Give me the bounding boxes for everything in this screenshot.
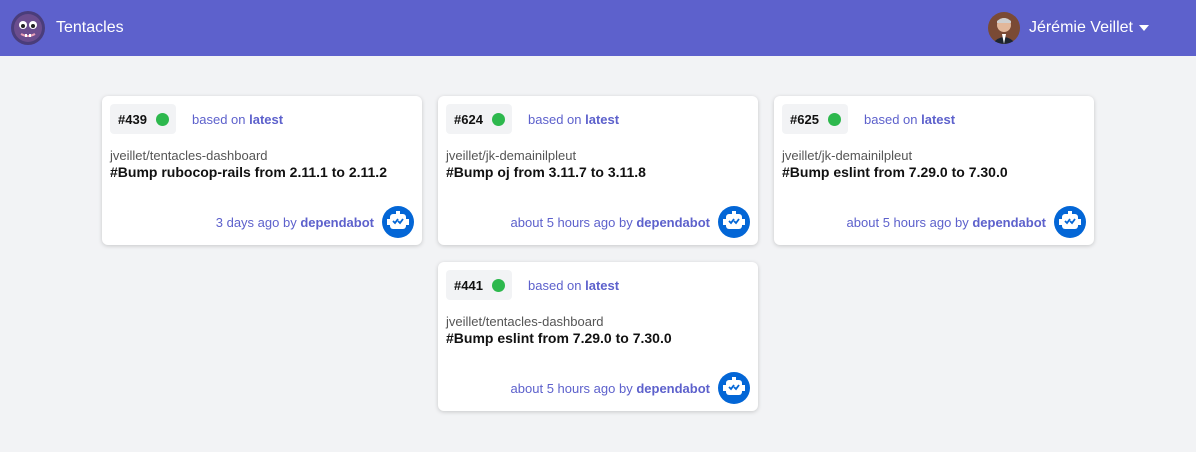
repo-name[interactable]: jveillet/jk-demainilpleut <box>782 148 912 163</box>
top-navbar: Tentacles Jérémie Veillet <box>0 0 1196 56</box>
pr-number-badge[interactable]: #625 <box>782 104 848 134</box>
pr-number-badge[interactable]: #439 <box>110 104 176 134</box>
pr-meta: about 5 hours ago by dependabot <box>511 381 710 396</box>
pr-number-badge[interactable]: #624 <box>446 104 512 134</box>
pr-time: about 5 hours ago by <box>846 215 969 230</box>
branch-link[interactable]: latest <box>585 278 619 293</box>
based-on-label: based on <box>528 112 582 127</box>
pr-number: #441 <box>454 277 483 293</box>
based-on-label: based on <box>528 278 582 293</box>
pr-title[interactable]: #Bump eslint from 7.29.0 to 7.30.0 <box>782 164 1008 180</box>
brand-link[interactable]: Tentacles <box>11 11 124 45</box>
brand-name: Tentacles <box>56 19 124 36</box>
based-on: based on latest <box>192 112 283 127</box>
based-on: based on latest <box>864 112 955 127</box>
status-success-icon <box>491 278 505 292</box>
pr-number: #624 <box>454 111 483 127</box>
pr-time: about 5 hours ago by <box>510 381 633 396</box>
branch-link[interactable]: latest <box>921 112 955 127</box>
branch-link[interactable]: latest <box>585 112 619 127</box>
pr-number: #439 <box>118 111 147 127</box>
status-success-icon <box>827 112 841 126</box>
dependabot-icon[interactable] <box>1054 206 1086 238</box>
pr-meta: 3 days ago by dependabot <box>216 215 374 230</box>
pull-request-card[interactable]: #625 based on latest jveillet/jk-demaini… <box>774 96 1094 245</box>
repo-name[interactable]: jveillet/tentacles-dashboard <box>110 148 268 163</box>
status-success-icon <box>155 112 169 126</box>
pr-title[interactable]: #Bump oj from 3.11.7 to 3.11.8 <box>446 164 646 180</box>
pr-author[interactable]: dependabot <box>636 381 710 396</box>
dependabot-icon[interactable] <box>718 206 750 238</box>
pr-meta: about 5 hours ago by dependabot <box>511 215 710 230</box>
pr-author[interactable]: dependabot <box>300 215 374 230</box>
pr-title[interactable]: #Bump eslint from 7.29.0 to 7.30.0 <box>446 330 672 346</box>
chevron-down-icon <box>1139 25 1149 31</box>
user-name: Jérémie Veillet <box>1028 19 1133 36</box>
branch-link[interactable]: latest <box>249 112 283 127</box>
pr-author[interactable]: dependabot <box>636 215 710 230</box>
pr-time: 3 days ago by <box>215 215 297 230</box>
pull-request-card[interactable]: #441 based on latest jveillet/tentacles-… <box>438 262 758 411</box>
based-on: based on latest <box>528 112 619 127</box>
repo-name[interactable]: jveillet/jk-demainilpleut <box>446 148 576 163</box>
status-success-icon <box>491 112 505 126</box>
pr-time: about 5 hours ago by <box>510 215 633 230</box>
based-on-label: based on <box>864 112 918 127</box>
pr-number: #625 <box>790 111 819 127</box>
repo-name[interactable]: jveillet/tentacles-dashboard <box>446 314 604 329</box>
based-on: based on latest <box>528 278 619 293</box>
pull-request-card[interactable]: #439 based on latest jveillet/tentacles-… <box>102 96 422 245</box>
octopus-logo-icon <box>11 11 45 45</box>
pr-number-badge[interactable]: #441 <box>446 270 512 300</box>
pr-meta: about 5 hours ago by dependabot <box>847 215 1046 230</box>
dependabot-icon[interactable] <box>382 206 414 238</box>
pull-request-card[interactable]: #624 based on latest jveillet/jk-demaini… <box>438 96 758 245</box>
pr-title[interactable]: #Bump rubocop-rails from 2.11.1 to 2.11.… <box>110 164 387 180</box>
user-avatar <box>987 12 1020 44</box>
dependabot-icon[interactable] <box>718 372 750 404</box>
based-on-label: based on <box>192 112 246 127</box>
pr-author[interactable]: dependabot <box>972 215 1046 230</box>
user-menu[interactable]: Jérémie Veillet <box>987 12 1149 44</box>
